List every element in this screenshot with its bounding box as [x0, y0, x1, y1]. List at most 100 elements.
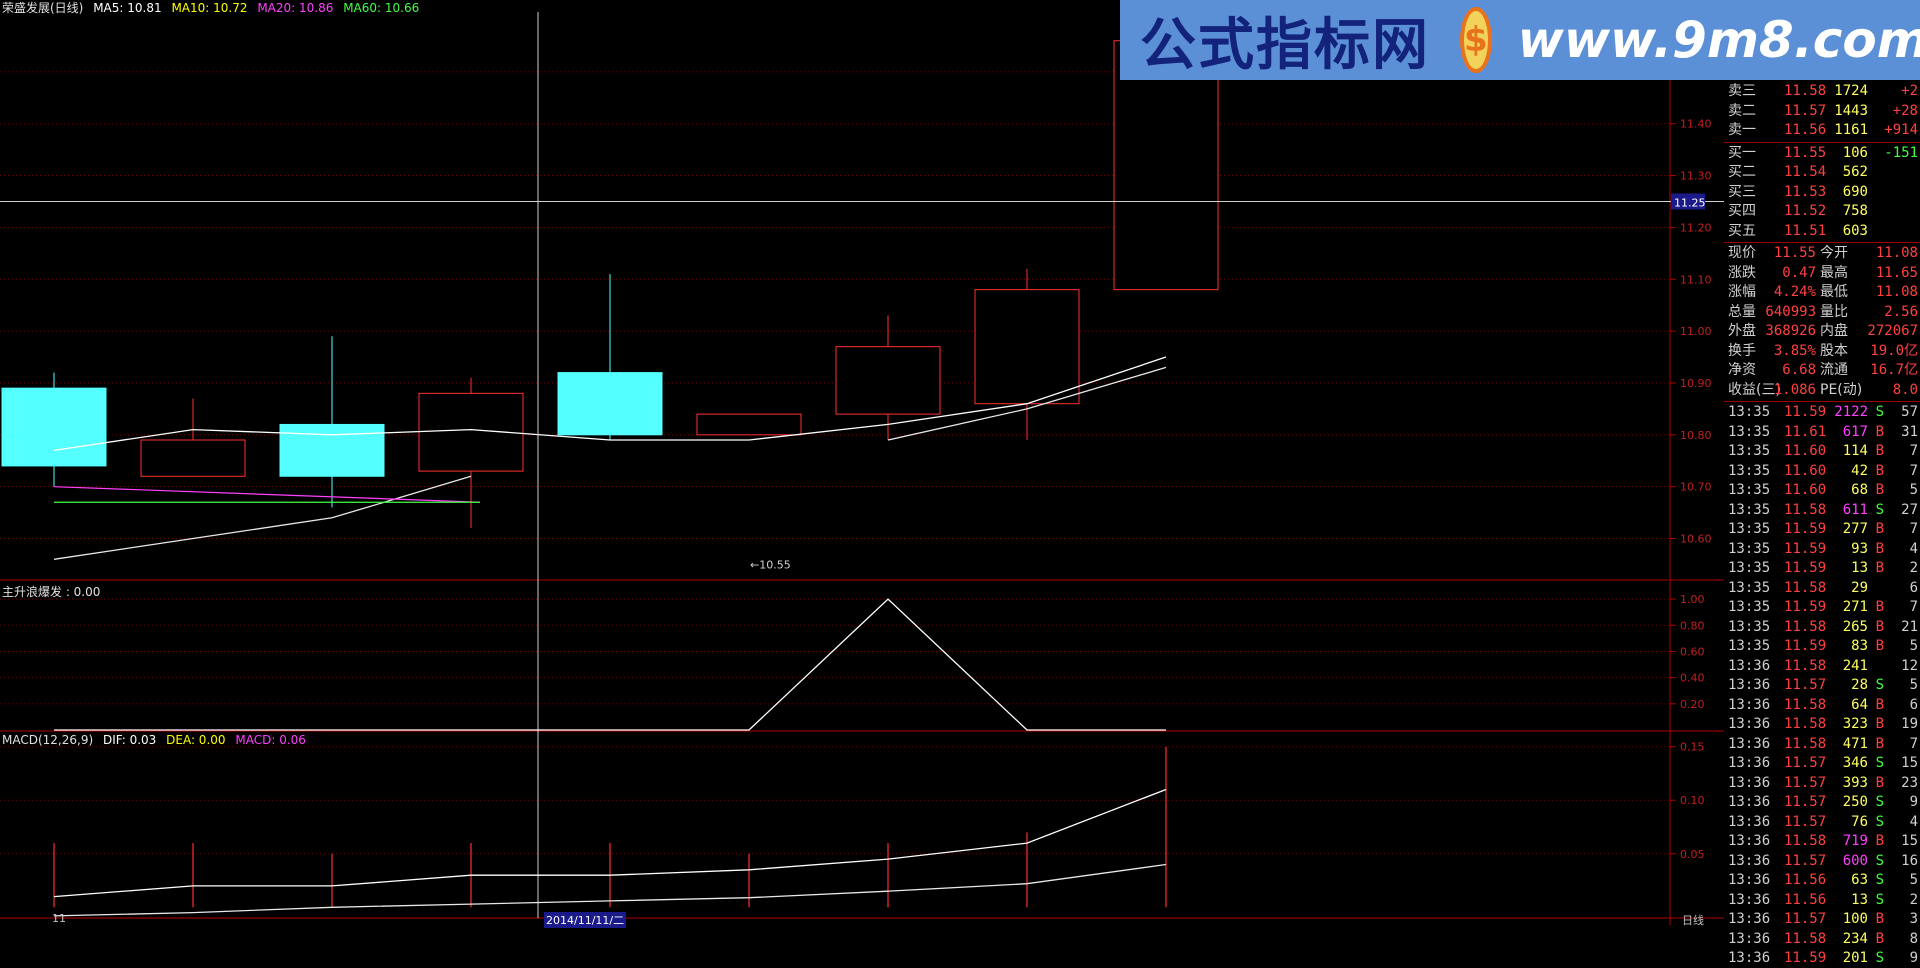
quote-cell: 11.59 — [1784, 950, 1827, 966]
quote-cell: 7 — [1909, 735, 1918, 752]
tick-row: 13:36 11.58 719 B 15 — [1724, 832, 1920, 851]
tick-row: 13:36 11.58 241 12 — [1724, 657, 1920, 676]
quote-cell: 1161 — [1834, 122, 1868, 138]
low-price-marker: ←10.55 — [750, 558, 791, 571]
quote-cell: 流通 — [1820, 362, 1848, 378]
quote-cell: 4 — [1909, 540, 1918, 557]
quote-cell: S — [1875, 950, 1884, 966]
quote-cell: 5 — [1909, 482, 1918, 498]
quote-cell: 13:36 — [1728, 950, 1771, 966]
quote-cell: 11.54 — [1784, 164, 1827, 180]
panel-separator — [1724, 401, 1920, 402]
quote-cell: 13:36 — [1728, 891, 1771, 908]
quote-cell: 23 — [1901, 774, 1918, 791]
tick-row: 13:35 11.59 271 B 7 — [1724, 598, 1920, 617]
tick-row: 13:35 11.59 83 B 5 — [1724, 637, 1920, 656]
quote-cell: 11.57 — [1784, 813, 1827, 830]
tick-row: 13:35 11.58 611 S 27 — [1724, 501, 1920, 520]
quote-cell: 2.56 — [1884, 303, 1918, 320]
quote-cell: 卖一 — [1728, 122, 1756, 138]
quote-cell: 100 — [1842, 911, 1868, 927]
quote-cell: 9 — [1909, 794, 1918, 810]
quote-cell: 16.7亿 — [1870, 362, 1918, 378]
quote-cell: 76 — [1851, 813, 1868, 830]
date-axis-left-tick: 11 — [52, 912, 66, 925]
quote-cell: 13:36 — [1728, 872, 1771, 888]
quote-cell: 1443 — [1834, 102, 1868, 119]
price-tick-label: 11.40 — [1680, 118, 1712, 131]
tick-row: 13:35 11.60 114 B 7 — [1724, 442, 1920, 461]
stock-chart[interactable]: 10.60 10.70 10.80 10.90 11.00 11.10 11.20 11.30… — [0, 0, 1920, 925]
quote-cell: 241 — [1842, 657, 1868, 674]
ma60-value: MA60: 10.66 — [343, 1, 420, 15]
quote-cell: 11.61 — [1784, 423, 1827, 440]
quote-cell: B — [1875, 423, 1884, 440]
dea-value: DEA: 0.00 — [166, 733, 226, 747]
quote-cell: B — [1875, 716, 1884, 732]
quote-cell: +914 — [1884, 122, 1918, 138]
quote-cell: 16 — [1901, 852, 1918, 869]
indicator-line — [54, 598, 1166, 731]
quote-cell: 11.55 — [1784, 144, 1827, 161]
stock-title: 荣盛发展(日线) — [2, 1, 84, 15]
bid-row: 买一 11.55 106 -151 — [1724, 144, 1920, 163]
quote-cell: 今开 — [1820, 245, 1848, 261]
quote-cell: 量比 — [1820, 303, 1848, 320]
quote-cell: 42 — [1851, 462, 1868, 479]
quote-cell: 11.58 — [1784, 930, 1827, 947]
price-tick-label: 11.00 — [1680, 325, 1712, 338]
quote-row: 现价 11.55 今开 11.08 — [1724, 244, 1920, 263]
macd-value: MACD: 0.06 — [235, 733, 306, 747]
quote-cell: 13:36 — [1728, 833, 1771, 849]
price-tick-label: 11.30 — [1680, 170, 1712, 183]
quote-cell: 11.57 — [1784, 852, 1827, 869]
crosshair-price-label: 11.25 — [1674, 196, 1706, 209]
quote-cell: 买四 — [1728, 203, 1756, 219]
quote-cell: 11.08 — [1875, 245, 1918, 261]
tick-row: 13:35 11.60 68 B 5 — [1724, 481, 1920, 500]
bid-row: 买二 11.54 562 — [1724, 163, 1920, 182]
indicator-tick-label: 0.60 — [1680, 645, 1705, 658]
quote-cell: 11.59 — [1784, 521, 1827, 537]
quote-cell: 11.58 — [1784, 83, 1827, 99]
quote-cell: 63 — [1851, 872, 1868, 888]
quote-cell: 562 — [1842, 164, 1868, 180]
tick-row: 13:36 11.58 471 B 7 — [1724, 735, 1920, 754]
quote-cell: 2 — [1909, 891, 1918, 908]
quote-cell: 13:36 — [1728, 930, 1771, 947]
quote-panel: 卖三 11.58 1724 +2 卖二 11.57 1443 +28 卖一 11.56 1161 +9… — [1724, 80, 1920, 966]
quote-cell: 11.56 — [1784, 872, 1827, 888]
quote-cell: 9 — [1909, 950, 1918, 966]
quote-cell: 13:36 — [1728, 696, 1771, 713]
quote-cell: -151 — [1884, 144, 1918, 161]
quote-cell: 最低 — [1820, 284, 1848, 300]
quote-cell: 净资 — [1728, 362, 1756, 378]
quote-row: 外盘 368926 内盘 272067 — [1724, 322, 1920, 341]
dif-value: DIF: 0.03 — [102, 733, 157, 747]
quote-cell: 13:35 — [1728, 521, 1771, 537]
quote-cell: 11.55 — [1773, 245, 1816, 261]
ma20-line — [53, 486, 481, 503]
quote-cell: 股本 — [1820, 342, 1848, 359]
quote-cell: 13:36 — [1728, 716, 1771, 732]
quote-cell: 11.53 — [1784, 183, 1827, 200]
quote-cell: 15 — [1901, 833, 1918, 849]
quote-cell: 11.57 — [1784, 677, 1827, 693]
quote-cell: 卖二 — [1728, 102, 1756, 119]
quote-cell: 13:36 — [1728, 774, 1771, 791]
quote-cell: 603 — [1842, 222, 1868, 239]
quote-cell: 买一 — [1728, 144, 1756, 161]
candle-body — [279, 423, 385, 477]
quote-cell: 64 — [1851, 696, 1868, 713]
quote-cell: 7 — [1909, 443, 1918, 459]
bid-row: 买五 11.51 603 — [1724, 222, 1920, 241]
quote-cell: 13:36 — [1728, 735, 1771, 752]
indicator-tick-label: 0.20 — [1680, 698, 1705, 711]
quote-cell: 13:36 — [1728, 794, 1771, 810]
ma20-value: MA20: 10.86 — [257, 1, 334, 15]
quote-cell: 11.58 — [1784, 618, 1827, 635]
quote-cell: 19 — [1901, 716, 1918, 732]
indicator-tick-label: 1.00 — [1680, 593, 1705, 606]
quote-cell: B — [1875, 443, 1884, 459]
quote-cell: 13:35 — [1728, 579, 1771, 596]
